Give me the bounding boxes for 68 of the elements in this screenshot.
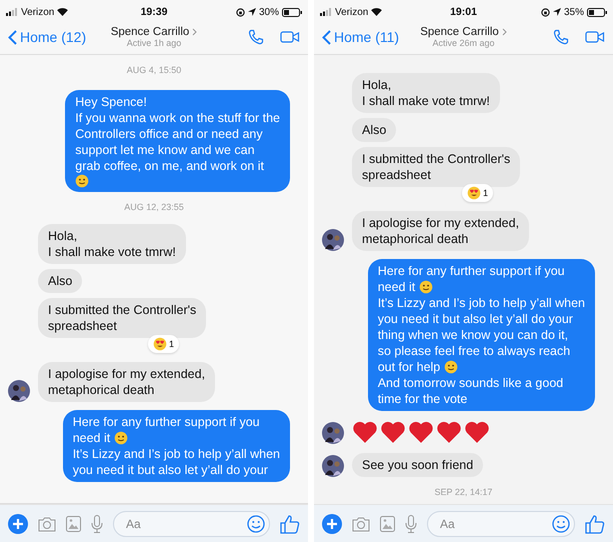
status-time: 19:39 — [140, 6, 168, 18]
reaction-badge[interactable]: 1 — [462, 184, 494, 202]
message-field[interactable]: Aa — [113, 511, 270, 537]
battery-icon — [282, 8, 302, 16]
heart-emoji-icon — [408, 420, 434, 444]
message-bubble: Hey Spence! If you wanna work on the stuff for the Controllers office and or need any support let me know and we can grab coffee, on me, and work on it — [65, 90, 290, 192]
message-input[interactable]: Aa — [440, 516, 500, 532]
message-bubble: Here for any further support if you need it It’s Lizzy and I’s job to help y’all when you need it but also let y’all do your thing when we know you can do it, so please feel free to always reach out for help And tomorrow sounds like a good time for the vote — [368, 259, 595, 411]
signal-icon — [320, 8, 332, 16]
add-icon[interactable] — [8, 514, 28, 534]
heart-emoji-icon — [380, 420, 406, 444]
message-bubble: Hola, I shall make vote tmrw! — [38, 224, 186, 264]
phone-icon[interactable] — [553, 29, 569, 45]
emoji-icon[interactable] — [552, 515, 570, 533]
back-button[interactable]: Home (12) — [8, 29, 111, 45]
reaction-badge[interactable]: 1 — [148, 335, 180, 353]
location-icon — [553, 8, 561, 16]
message-bubble: I apologise for my extended, metaphorical death — [352, 211, 530, 251]
battery-percent: 35% — [564, 6, 584, 18]
carrier-name: Verizon — [335, 6, 368, 18]
chevron-icon[interactable] — [502, 28, 507, 36]
message-input[interactable]: Aa — [126, 516, 186, 532]
camera-icon[interactable] — [38, 516, 56, 532]
message-bubble: Also — [352, 118, 396, 142]
battery-icon — [587, 8, 608, 16]
message-bubble: Also — [38, 269, 82, 293]
image-icon[interactable] — [66, 516, 81, 532]
timestamp: AUG 4, 15:50 — [126, 65, 182, 75]
wifi-icon — [371, 8, 382, 16]
video-call-icon[interactable] — [280, 30, 300, 44]
back-button[interactable]: Home (11) — [322, 29, 420, 45]
heart-eyes-emoji-icon — [467, 186, 481, 200]
active-status: Active 26m ago — [432, 38, 495, 48]
thumbs-up-icon[interactable] — [585, 514, 605, 534]
carrier-name: Verizon — [21, 6, 54, 18]
timestamp: AUG 12, 23:55 — [124, 202, 184, 212]
add-icon[interactable] — [322, 514, 342, 534]
location-icon — [248, 8, 256, 16]
message-bubble: I submitted the Controller's spreadsheet — [38, 298, 206, 338]
phone-icon[interactable] — [248, 29, 264, 45]
chevron-icon[interactable] — [192, 28, 198, 36]
camera-icon[interactable] — [352, 516, 370, 532]
back-chevron-icon — [322, 30, 331, 44]
message-bubble: Here for any further support if you need it It’s Lizzy and I’s job to help y’all when you need it but also let y’all do your — [62, 410, 290, 482]
message-bubble: Hola, I shall make vote tmrw! — [352, 73, 500, 113]
signal-icon — [6, 8, 18, 16]
heart-emoji-icon — [436, 420, 462, 444]
message-bubble: See you soon friend — [352, 453, 484, 477]
active-status: Active 1h ago — [126, 38, 182, 48]
message-bubble: I submitted the Controller's spreadsheet — [352, 147, 520, 187]
status-time: 19:01 — [450, 6, 477, 18]
heart-emoji-icon — [464, 420, 490, 444]
timestamp: SEP 22, 14:17 — [434, 487, 492, 497]
heart-eyes-emoji-icon — [153, 337, 167, 351]
battery-percent: 30% — [259, 6, 280, 18]
heart-emoji-icon — [352, 420, 378, 444]
microphone-icon[interactable] — [405, 515, 417, 533]
microphone-icon[interactable] — [91, 515, 103, 533]
image-icon[interactable] — [380, 516, 395, 532]
message-field[interactable]: Aa — [427, 511, 575, 537]
message-bubble: I apologise for my extended, metaphorical death — [38, 362, 216, 402]
wifi-icon — [57, 8, 68, 16]
contact-name[interactable]: Spence Carrillo — [420, 26, 499, 38]
contact-name[interactable]: Spence Carrillo — [110, 26, 190, 38]
back-chevron-icon — [8, 30, 17, 44]
thumbs-up-icon[interactable] — [280, 514, 300, 534]
emoji-icon[interactable] — [247, 515, 265, 533]
video-call-icon[interactable] — [585, 30, 605, 44]
